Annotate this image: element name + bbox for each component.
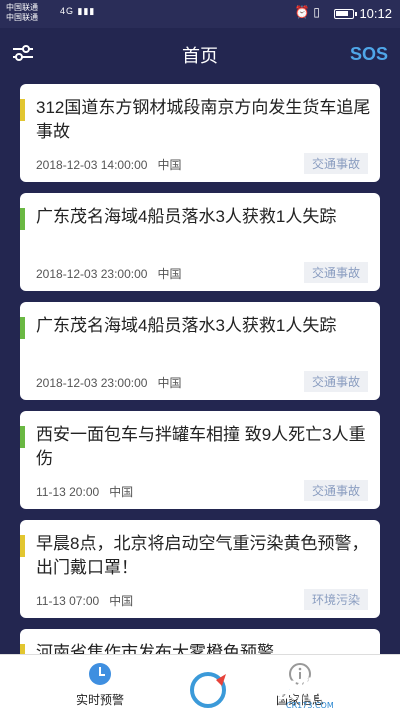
status-time: 10:12 (359, 6, 392, 21)
battery-icon (334, 9, 357, 19)
card-title: 广东茂名海域4船员落水3人获救1人失踪 (36, 207, 337, 226)
alert-card[interactable]: 广东茂名海域4船员落水3人获救1人失踪 2018-12-03 23:00:00 中… (20, 302, 380, 400)
card-title: 早晨8点，北京将启动空气重污染黄色预警，出门戴口罩！ (36, 534, 369, 577)
nav-realtime-alerts[interactable]: 实时预警 (0, 655, 200, 711)
card-region: 中国 (157, 158, 182, 172)
card-date: 11-13 07:00 (36, 594, 100, 608)
sos-button[interactable]: SOS (350, 44, 388, 65)
card-date: 2018-12-03 14:00:00 (36, 158, 148, 172)
category-tag: 交通事故 (303, 153, 368, 174)
card-date: 2018-12-03 23:00:00 (36, 267, 148, 281)
alert-list: 312国道东方钢材城段南京方向发生货车追尾事故 2018-12-03 14:00… (20, 74, 380, 654)
carrier-info: 中国联通 中国联通 (6, 3, 38, 23)
watermark-sub: CR173.COM (286, 701, 334, 710)
card-accent-bar (20, 644, 25, 654)
card-accent-bar (20, 208, 25, 230)
card-accent-bar (20, 99, 25, 121)
category-tag: 交通事故 (303, 480, 368, 501)
card-date: 2018-12-03 23:00:00 (36, 376, 148, 390)
alert-card[interactable]: 312国道东方钢材城段南京方向发生货车追尾事故 2018-12-03 14:00… (20, 84, 380, 182)
card-title: 广东茂名海域4船员落水3人获救1人失踪 (36, 316, 337, 335)
card-region: 中国 (157, 267, 182, 281)
network-type: 4G (60, 6, 75, 16)
card-accent-bar (20, 317, 25, 339)
system-icons: ⏰▯ (294, 5, 324, 19)
carrier-name-1: 中国联通 (6, 3, 38, 12)
alert-card[interactable]: 河南省焦作市发布大雾橙色预警 (20, 629, 380, 654)
watermark-logo: 西西软件园 CR173.COM (190, 672, 341, 710)
card-date: 11-13 20:00 (36, 485, 100, 499)
alarm-icon: ⏰ (294, 5, 314, 19)
card-region: 中国 (157, 376, 182, 390)
card-meta: 11-13 07:00 中国 (36, 592, 133, 609)
carrier-name-2: 中国联通 (6, 13, 38, 22)
card-accent-bar (20, 535, 25, 557)
status-bar: 中国联通 中国联通 4G ▮▮▮ ⏰▯ 10:12 (0, 0, 400, 28)
card-title: 西安一面包车与拌罐车相撞 致9人死亡3人重伤 (36, 425, 366, 468)
category-tag: 交通事故 (303, 371, 368, 392)
network-signal-icon: 4G ▮▮▮ (60, 6, 96, 16)
card-accent-bar (20, 426, 25, 448)
nav-label: 实时预警 (75, 693, 124, 707)
card-meta: 2018-12-03 14:00:00 中国 (36, 156, 181, 173)
alert-card[interactable]: 广东茂名海域4船员落水3人获救1人失踪 2018-12-03 23:00:00 中… (20, 193, 380, 291)
card-region: 中国 (109, 594, 134, 608)
vibrate-icon: ▯ (313, 5, 324, 19)
card-meta: 11-13 20:00 中国 (36, 483, 133, 500)
card-meta: 2018-12-03 23:00:00 中国 (36, 265, 181, 282)
card-meta: 2018-12-03 23:00:00 中国 (36, 374, 181, 391)
category-tag: 交通事故 (303, 262, 368, 283)
alert-card[interactable]: 早晨8点，北京将启动空气重污染黄色预警，出门戴口罩！ 11-13 07:00 中国… (20, 520, 380, 618)
card-title: 312国道东方钢材城段南京方向发生货车追尾事故 (36, 98, 371, 141)
app-header: 首页 SOS (0, 28, 400, 74)
category-tag: 环境污染 (303, 589, 368, 610)
alert-card[interactable]: 西安一面包车与拌罐车相撞 致9人死亡3人重伤 11-13 20:00 中国 交通事… (20, 411, 380, 509)
card-region: 中国 (109, 485, 134, 499)
clock-icon (89, 663, 111, 685)
card-title: 河南省焦作市发布大雾橙色预警 (36, 643, 274, 654)
watermark-text: 西西软件园 (230, 677, 340, 703)
page-title: 首页 (182, 46, 218, 66)
